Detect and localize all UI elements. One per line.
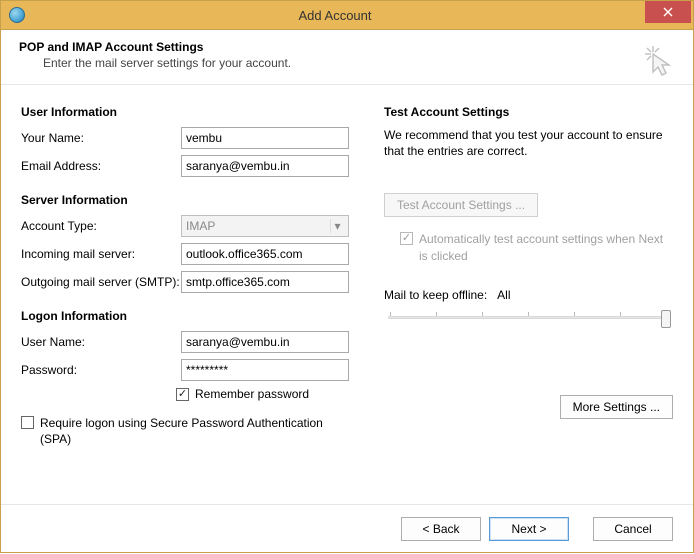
- incoming-server-label: Incoming mail server:: [21, 247, 181, 261]
- header-title: POP and IMAP Account Settings: [19, 40, 675, 54]
- spa-label: Require logon using Secure Password Auth…: [40, 415, 340, 447]
- window-title: Add Account: [25, 8, 645, 23]
- slider-thumb[interactable]: [661, 310, 671, 328]
- incoming-server-input[interactable]: [181, 243, 349, 265]
- chevron-down-icon: ▾: [330, 219, 344, 233]
- more-settings-button[interactable]: More Settings ...: [560, 395, 673, 419]
- spa-checkbox[interactable]: [21, 416, 34, 429]
- window-body: POP and IMAP Account Settings Enter the …: [0, 30, 694, 553]
- account-type-value: IMAP: [186, 219, 215, 233]
- email-label: Email Address:: [21, 159, 181, 173]
- remember-password-label: Remember password: [195, 387, 309, 401]
- username-label: User Name:: [21, 335, 181, 349]
- email-input[interactable]: [181, 155, 349, 177]
- mail-offline-section: Mail to keep offline: All: [384, 288, 673, 332]
- main-content: User Information Your Name: Email Addres…: [1, 85, 693, 504]
- recommend-text: We recommend that you test your account …: [384, 127, 673, 159]
- your-name-label: Your Name:: [21, 131, 181, 145]
- mail-offline-value: All: [497, 288, 510, 302]
- logon-info-title: Logon Information: [21, 309, 356, 323]
- auto-test-row: Automatically test account settings when…: [400, 231, 673, 263]
- app-icon: [9, 7, 25, 23]
- close-button[interactable]: [645, 1, 691, 23]
- user-info-title: User Information: [21, 105, 356, 119]
- right-column: Test Account Settings We recommend that …: [384, 105, 673, 494]
- outgoing-server-input[interactable]: [181, 271, 349, 293]
- remember-password-checkbox[interactable]: [176, 388, 189, 401]
- username-input[interactable]: [181, 331, 349, 353]
- cursor-click-icon: [643, 44, 675, 76]
- mail-offline-label: Mail to keep offline:: [384, 288, 487, 302]
- spa-row[interactable]: Require logon using Secure Password Auth…: [21, 415, 356, 447]
- test-account-settings-button: Test Account Settings ...: [384, 193, 538, 217]
- your-name-input[interactable]: [181, 127, 349, 149]
- next-button[interactable]: Next >: [489, 517, 569, 541]
- auto-test-checkbox: [400, 232, 413, 245]
- back-button[interactable]: < Back: [401, 517, 481, 541]
- footer: < Back Next > Cancel: [1, 504, 693, 552]
- header-panel: POP and IMAP Account Settings Enter the …: [1, 30, 693, 85]
- outgoing-server-label: Outgoing mail server (SMTP):: [21, 275, 181, 289]
- titlebar[interactable]: Add Account: [0, 0, 694, 30]
- left-column: User Information Your Name: Email Addres…: [21, 105, 356, 494]
- password-label: Password:: [21, 363, 181, 377]
- mail-offline-slider[interactable]: [388, 312, 669, 332]
- remember-password-row[interactable]: Remember password: [176, 387, 356, 401]
- slider-track-line: [388, 316, 669, 319]
- header-subtitle: Enter the mail server settings for your …: [43, 56, 675, 70]
- close-icon: [663, 7, 673, 17]
- server-info-title: Server Information: [21, 193, 356, 207]
- test-settings-title: Test Account Settings: [384, 105, 673, 119]
- auto-test-label: Automatically test account settings when…: [419, 231, 673, 263]
- account-type-label: Account Type:: [21, 219, 181, 233]
- account-type-select: IMAP ▾: [181, 215, 349, 237]
- cancel-button[interactable]: Cancel: [593, 517, 673, 541]
- password-input[interactable]: [181, 359, 349, 381]
